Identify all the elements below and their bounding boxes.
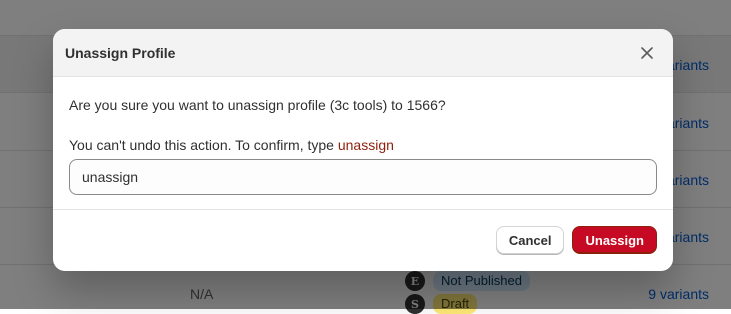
- close-button[interactable]: [633, 39, 661, 67]
- dialog-title: Unassign Profile: [65, 44, 176, 61]
- confirm-keyword: unassign: [337, 137, 394, 153]
- close-icon: [641, 46, 653, 59]
- dialog-footer: Cancel Unassign: [53, 210, 673, 270]
- unassign-profile-dialog: Unassign Profile Are you sure you want t…: [53, 29, 673, 271]
- confirm-instruction: You can't undo this action. To confirm, …: [69, 136, 657, 154]
- cancel-button[interactable]: Cancel: [495, 226, 565, 254]
- confirm-input[interactable]: [69, 159, 657, 195]
- confirm-message: Are you sure you want to unassign profil…: [69, 97, 446, 113]
- dialog-body: Are you sure you want to unassign profil…: [53, 77, 673, 210]
- dialog-header: Unassign Profile: [53, 29, 673, 77]
- instruction-text: You can't undo this action. To confirm, …: [69, 137, 338, 153]
- unassign-button[interactable]: Unassign: [572, 226, 657, 254]
